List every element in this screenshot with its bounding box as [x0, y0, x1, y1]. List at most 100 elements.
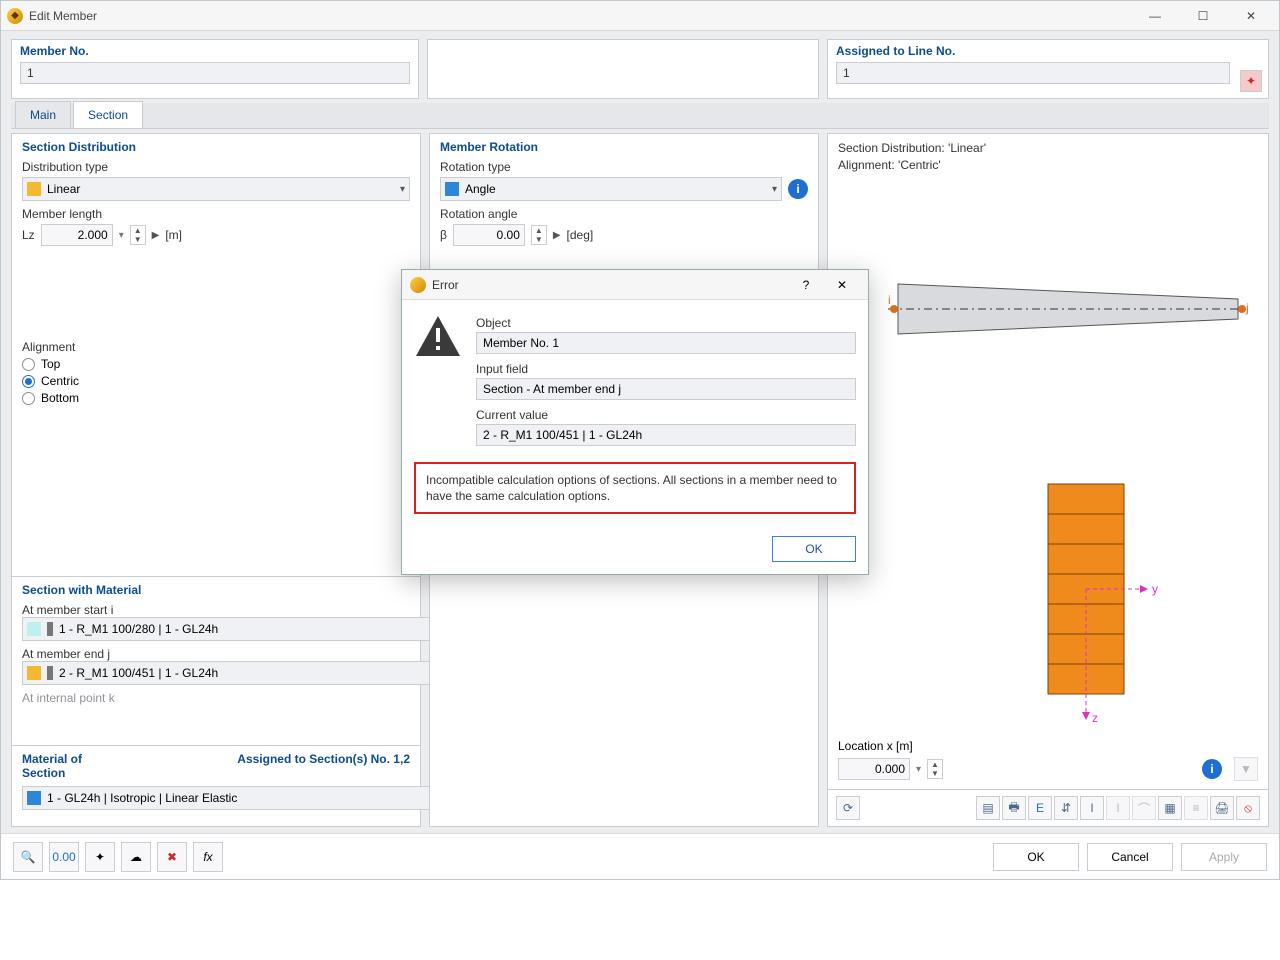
maximize-button[interactable]: ☐: [1181, 2, 1225, 30]
preview-info-button[interactable]: i: [1202, 759, 1222, 779]
chevron-down-icon: ▾: [400, 184, 405, 195]
footer-search-button[interactable]: 🔍: [13, 842, 43, 872]
footer-cloud-button[interactable]: ☁: [121, 842, 151, 872]
error-ok-button[interactable]: OK: [772, 536, 856, 562]
angle-unit: [deg]: [567, 228, 594, 242]
tb-list-button[interactable]: ≡: [1184, 796, 1208, 820]
pick-icon: ✦: [1246, 74, 1256, 88]
section-preview-icon: y z: [1018, 474, 1178, 754]
assigned-line-panel: Assigned to Line No. 1 ✦: [827, 39, 1269, 99]
internal-k-label: At internal point k: [22, 691, 410, 705]
assigned-line-label: Assigned to Line No.: [836, 44, 1260, 58]
footer-pick-button[interactable]: ✦: [85, 842, 115, 872]
tb-weld-button[interactable]: ⌒: [1132, 796, 1156, 820]
member-no-panel: Member No. 1: [11, 39, 419, 99]
alignment-label: Alignment: [22, 340, 410, 354]
rotation-info-button[interactable]: i: [788, 179, 808, 199]
tb-axes-button[interactable]: E: [1028, 796, 1052, 820]
tb-print-button[interactable]: 🖶: [1002, 796, 1026, 820]
preview-panel: Section Distribution: 'Linear' Alignment…: [827, 133, 1269, 790]
apply-button[interactable]: Apply: [1181, 843, 1267, 871]
play-icon[interactable]: ▶: [152, 230, 160, 241]
minimize-button[interactable]: ―: [1133, 2, 1177, 30]
preview-line2: Alignment: 'Centric': [838, 157, 1258, 174]
distribution-type-value: Linear: [47, 182, 80, 196]
spacer-panel: [427, 39, 819, 99]
alignment-bottom-radio[interactable]: Bottom: [22, 391, 410, 405]
pick-line-button[interactable]: ✦: [1240, 70, 1262, 92]
location-stepper[interactable]: ▲▼: [927, 759, 943, 779]
warning-icon: [414, 312, 462, 454]
titlebar: ◆ Edit Member ― ☐ ✕: [1, 1, 1279, 31]
alignment-top-radio[interactable]: Top: [22, 357, 410, 371]
section-start-shape-icon: [47, 622, 53, 636]
dist-type-swatch-icon: [27, 182, 41, 196]
error-field-label: Input field: [476, 362, 856, 376]
preview-toolbar: ⟳ ▤ 🖶 E ⇵ I I ⌒ ▦ ≡ 🖨 ⦸: [827, 790, 1269, 827]
angle-stepper[interactable]: ▲▼: [531, 225, 547, 245]
footer-clear-button[interactable]: ✖: [157, 842, 187, 872]
member-no-input[interactable]: 1: [20, 62, 410, 84]
error-object-value: Member No. 1: [476, 332, 856, 354]
preview-filter-button[interactable]: ▼: [1234, 757, 1258, 781]
footer-fx-button[interactable]: fx: [193, 842, 223, 872]
rotation-type-label: Rotation type: [440, 160, 808, 174]
error-close-button[interactable]: ✕: [824, 278, 860, 292]
section-distribution-head: Section Distribution: [22, 140, 410, 154]
material-of-section-group: Material of Section Assigned to Section(…: [11, 746, 421, 827]
rotation-angle-input[interactable]: [453, 224, 525, 246]
alignment-centric-radio[interactable]: Centric: [22, 374, 410, 388]
error-field-value: Section - At member end j: [476, 378, 856, 400]
svg-text:i: i: [888, 293, 891, 307]
tabstrip: Main Section: [11, 103, 1269, 129]
length-symbol: Lz: [22, 228, 35, 242]
assigned-sections-label: Assigned to Section(s) No. 1,2: [107, 752, 410, 786]
tb-ibeam2-button[interactable]: I: [1106, 796, 1130, 820]
dialog-footer: 🔍 0.00 ✦ ☁ ✖ fx OK Cancel Apply: [1, 833, 1279, 879]
tb-view-button[interactable]: ▤: [976, 796, 1000, 820]
app-icon: ◆: [7, 8, 23, 24]
loc-dropdown-icon[interactable]: ▾: [916, 764, 921, 775]
rotation-angle-label: Rotation angle: [440, 207, 808, 221]
section-start-swatch-icon: [27, 622, 41, 636]
material-of-section-head: Material of Section: [22, 752, 107, 780]
distribution-type-dropdown[interactable]: Linear ▾: [22, 177, 410, 201]
error-object-label: Object: [476, 316, 856, 330]
preview-refresh-button[interactable]: ⟳: [836, 796, 860, 820]
section-end-shape-icon: [47, 666, 53, 680]
location-input[interactable]: [838, 758, 910, 780]
material-swatch-icon: [27, 791, 41, 805]
close-button[interactable]: ✕: [1229, 2, 1273, 30]
svg-text:y: y: [1152, 582, 1158, 596]
cancel-button[interactable]: Cancel: [1087, 843, 1173, 871]
length-stepper[interactable]: ▲▼: [130, 225, 146, 245]
section-distribution-group: Section Distribution Distribution type L…: [11, 133, 421, 577]
tb-link-button[interactable]: ⇵: [1054, 796, 1078, 820]
length-dropdown-icon[interactable]: ▾: [119, 230, 124, 241]
tb-stop-button[interactable]: ⦸: [1236, 796, 1260, 820]
tb-grid-button[interactable]: ▦: [1158, 796, 1182, 820]
assigned-line-input[interactable]: 1: [836, 62, 1230, 84]
section-with-material-group: Section with Material At member start i …: [11, 577, 421, 746]
tb-printer-button[interactable]: 🖨: [1210, 796, 1234, 820]
member-length-input[interactable]: [41, 224, 113, 246]
error-current-value: 2 - R_M1 100/451 | 1 - GL24h: [476, 424, 856, 446]
svg-text:j: j: [1245, 301, 1248, 315]
tab-main[interactable]: Main: [15, 101, 71, 128]
ok-button[interactable]: OK: [993, 843, 1079, 871]
play-icon[interactable]: ▶: [553, 230, 561, 241]
tab-section[interactable]: Section: [73, 101, 143, 128]
error-current-label: Current value: [476, 408, 856, 422]
start-i-label: At member start i: [22, 603, 410, 617]
member-rotation-head: Member Rotation: [440, 140, 808, 154]
rotation-type-dropdown[interactable]: Angle ▾: [440, 177, 782, 201]
footer-units-button[interactable]: 0.00: [49, 842, 79, 872]
preview-line1: Section Distribution: 'Linear': [838, 140, 1258, 157]
member-preview-icon: i j: [888, 274, 1248, 344]
tb-ibeam-button[interactable]: I: [1080, 796, 1104, 820]
member-length-label: Member length: [22, 207, 410, 221]
error-title: Error: [432, 278, 459, 292]
angle-symbol: β: [440, 228, 447, 242]
app-icon: [410, 277, 426, 293]
error-help-button[interactable]: ?: [788, 278, 824, 292]
